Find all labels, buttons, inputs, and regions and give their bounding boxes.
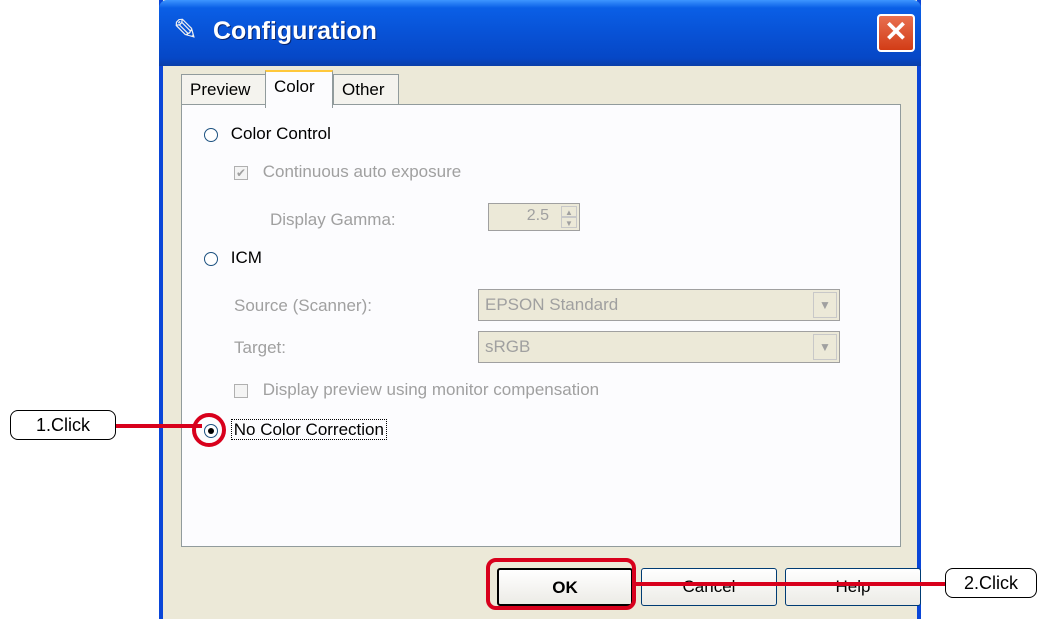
color-control-radio[interactable] (204, 127, 218, 142)
chevron-down-icon[interactable]: ▼ (813, 292, 837, 318)
icm-label: ICM (230, 248, 262, 267)
tab-color[interactable]: Color (265, 70, 333, 108)
no-color-correction-option[interactable]: No Color Correction (204, 419, 387, 441)
color-tab-panel: Color Control ✔ Continuous auto exposure… (181, 104, 901, 547)
window-title: Configuration (213, 17, 377, 45)
close-button[interactable]: ✕ (877, 14, 915, 52)
display-gamma-value: 2.5 (526, 207, 549, 224)
help-button[interactable]: Help (785, 568, 921, 606)
target-label: Target: (234, 338, 286, 357)
display-preview-option[interactable]: Display preview using monitor compensati… (234, 379, 599, 401)
target-select[interactable]: sRGB ▼ (478, 331, 840, 363)
continuous-auto-exposure-label: Continuous auto exposure (262, 162, 462, 181)
display-preview-label: Display preview using monitor compensati… (262, 380, 600, 399)
step2-highlight-ring (486, 558, 636, 610)
step1-callout: 1.Click (10, 410, 116, 440)
cancel-button[interactable]: Cancel (641, 568, 777, 606)
scanner-icon: ✎ (173, 14, 199, 47)
tab-preview[interactable]: Preview (181, 74, 267, 106)
spin-buttons[interactable]: ▲ ▼ (561, 206, 577, 228)
step2-callout: 2.Click (945, 568, 1037, 598)
color-control-option[interactable]: Color Control (204, 123, 331, 145)
icm-radio[interactable] (204, 251, 218, 266)
spin-down-icon[interactable]: ▼ (561, 217, 577, 228)
target-value: sRGB (485, 337, 531, 356)
icm-option[interactable]: ICM (204, 247, 262, 269)
step2-connector (636, 582, 946, 586)
source-label: Source (Scanner): (234, 296, 372, 315)
step1-connector (116, 424, 202, 428)
display-gamma-spinner[interactable]: 2.5 ▲ ▼ (488, 203, 580, 231)
spin-up-icon[interactable]: ▲ (561, 206, 577, 217)
display-gamma-label: Display Gamma: (270, 210, 396, 229)
source-value: EPSON Standard (485, 295, 619, 314)
continuous-auto-exposure-checkbox[interactable]: ✔ (234, 165, 248, 180)
title-bar[interactable]: ✎ Configuration ✕ (159, 0, 921, 66)
step1-highlight-ring (192, 413, 226, 447)
tab-other[interactable]: Other (333, 74, 399, 106)
color-control-label: Color Control (230, 124, 331, 143)
source-select[interactable]: EPSON Standard ▼ (478, 289, 840, 321)
display-preview-checkbox[interactable] (234, 383, 248, 398)
no-color-correction-label: No Color Correction (230, 419, 387, 440)
configuration-dialog: ✎ Configuration ✕ Preview Color Other Co… (159, 0, 921, 619)
continuous-auto-exposure-option[interactable]: ✔ Continuous auto exposure (234, 161, 461, 183)
chevron-down-icon[interactable]: ▼ (813, 334, 837, 360)
